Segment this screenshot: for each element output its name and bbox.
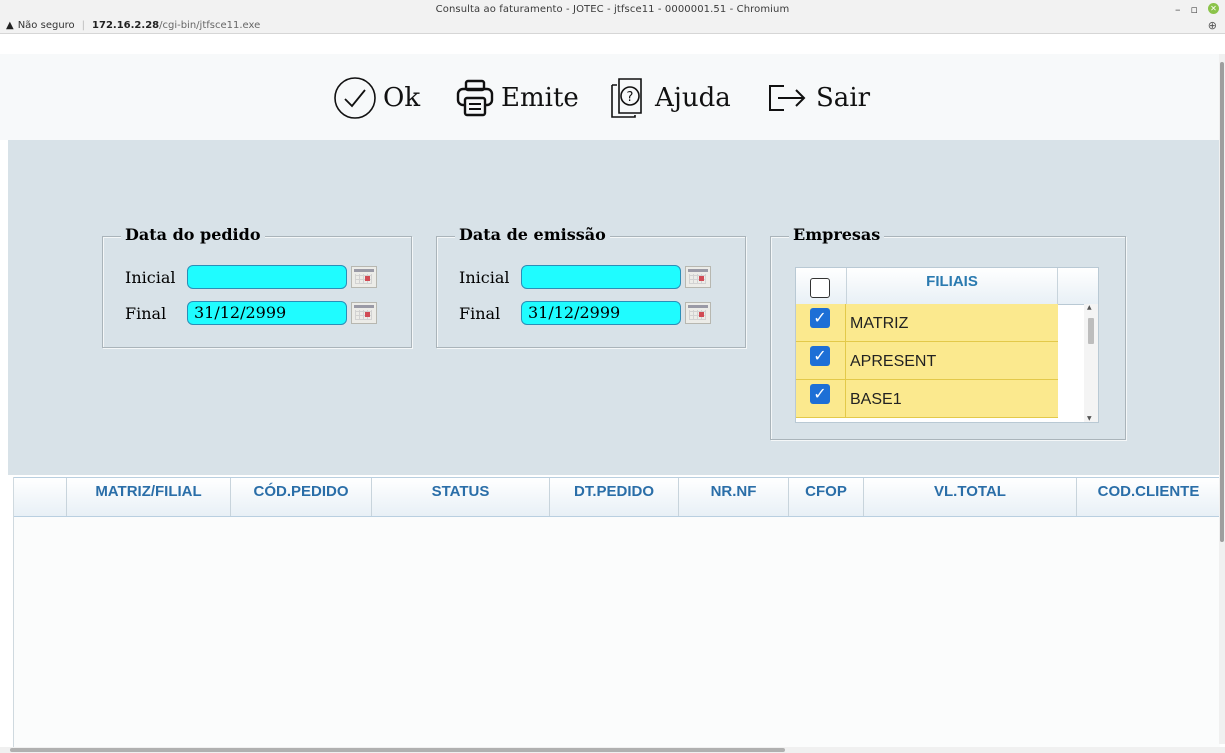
- data-pedido-inicial-input[interactable]: [187, 265, 347, 289]
- final-label: Final: [459, 303, 501, 323]
- calendar-icon[interactable]: [351, 266, 377, 288]
- help-document-icon: ?: [611, 78, 642, 118]
- column-header-select[interactable]: [14, 478, 67, 516]
- final-label: Final: [125, 303, 167, 323]
- list-item[interactable]: ✓ MATRIZ: [796, 304, 1084, 342]
- results-header: MATRIZ/FILIAL CÓD.PEDIDO STATUS DT.PEDID…: [14, 477, 1220, 517]
- sair-label: Sair: [816, 83, 871, 113]
- emite-label: Emite: [501, 83, 579, 113]
- ok-label: Ok: [383, 83, 421, 113]
- zoom-icon[interactable]: ⊕: [1208, 19, 1217, 32]
- data-pedido-final-input[interactable]: 31/12/2999: [187, 301, 347, 325]
- scroll-up-icon[interactable]: ▲: [1087, 304, 1092, 311]
- row-checkbox-cell: ✓: [796, 342, 846, 380]
- ajuda-label: Ajuda: [655, 83, 731, 113]
- url-path: /cgi-bin/jtfsce11.exe: [159, 20, 261, 31]
- warning-icon: ▲: [6, 20, 14, 31]
- column-header-nr-nf[interactable]: NR.NF: [679, 478, 789, 516]
- data-emissao-legend: Data de emissão: [455, 225, 610, 244]
- printer-icon: [456, 79, 494, 117]
- close-icon[interactable]: ✕: [1208, 3, 1219, 14]
- row-checkbox-cell: ✓: [796, 380, 846, 418]
- data-emissao-final-row: Final 31/12/2999: [459, 301, 711, 325]
- list-item[interactable]: ✓ APRESENT: [796, 342, 1084, 380]
- column-header-status[interactable]: STATUS: [372, 478, 550, 516]
- page-vertical-scrollbar[interactable]: [1219, 54, 1225, 744]
- select-all-checkbox[interactable]: [810, 278, 830, 298]
- data-emissao-group: Data de emissão Inicial Final 31/12/2999: [436, 225, 746, 348]
- filiais-header: FILIAIS: [796, 268, 1098, 305]
- filiais-scrollbar[interactable]: ▲ ▼: [1084, 304, 1098, 422]
- scrollbar-thumb[interactable]: [10, 748, 785, 752]
- address-separator: |: [81, 20, 86, 31]
- ajuda-button[interactable]: ? Ajuda: [609, 78, 731, 118]
- data-emissao-inicial-input[interactable]: [521, 265, 681, 289]
- results-table: MATRIZ/FILIAL CÓD.PEDIDO STATUS DT.PEDID…: [13, 477, 1220, 747]
- column-header-vl-total[interactable]: VL.TOTAL: [864, 478, 1077, 516]
- column-header-cod-cliente[interactable]: COD.CLIENTE: [1077, 478, 1220, 516]
- list-item[interactable]: ✓ BASE1: [796, 380, 1084, 418]
- column-header-cod-pedido[interactable]: CÓD.PEDIDO: [231, 478, 372, 516]
- column-header-matriz-filial[interactable]: MATRIZ/FILIAL: [67, 478, 231, 516]
- window-controls: – ▫ ✕: [1175, 3, 1219, 16]
- scrollbar-thumb[interactable]: [1220, 62, 1224, 542]
- svg-text:?: ?: [627, 90, 634, 105]
- filial-name: MATRIZ: [846, 304, 1058, 342]
- checkbox-checked[interactable]: ✓: [810, 346, 830, 366]
- filiais-grid: FILIAIS ✓ MATRIZ ✓ APRESENT ✓ BASE1 ▲ ▼: [795, 267, 1099, 423]
- calendar-icon[interactable]: [685, 266, 711, 288]
- page-horizontal-scrollbar[interactable]: [0, 747, 1225, 753]
- inicial-label: Inicial: [125, 267, 176, 287]
- column-header-cfop[interactable]: CFOP: [789, 478, 864, 516]
- filial-name: BASE1: [846, 380, 1058, 418]
- calendar-icon[interactable]: [351, 302, 377, 324]
- check-circle-icon: [334, 77, 376, 119]
- address-bar[interactable]: ▲ Não seguro | 172.16.2.28/cgi-bin/jtfsc…: [6, 20, 260, 31]
- data-pedido-legend: Data do pedido: [121, 225, 265, 244]
- data-pedido-final-row: Final 31/12/2999: [125, 301, 377, 325]
- minimize-icon[interactable]: –: [1175, 3, 1181, 16]
- filiais-column-header[interactable]: FILIAIS: [847, 268, 1058, 304]
- empresas-legend: Empresas: [789, 225, 885, 244]
- data-pedido-group: Data do pedido Inicial Final 31/12/2999: [102, 225, 412, 348]
- checkbox-checked[interactable]: ✓: [810, 384, 830, 404]
- checkbox-checked[interactable]: ✓: [810, 308, 830, 328]
- scroll-down-icon[interactable]: ▼: [1087, 415, 1092, 422]
- restore-icon[interactable]: ▫: [1191, 3, 1198, 16]
- select-all-cell: [796, 268, 847, 304]
- filial-name: APRESENT: [846, 342, 1058, 380]
- window-title: Consulta ao faturamento - JOTEC - jtfsce…: [435, 4, 790, 15]
- column-header-dt-pedido[interactable]: DT.PEDIDO: [550, 478, 679, 516]
- inicial-label: Inicial: [459, 267, 510, 287]
- sair-button[interactable]: Sair: [766, 78, 870, 118]
- browser-titlebar: Consulta ao faturamento - JOTEC - jtfsce…: [0, 0, 1225, 34]
- filter-panel: Data do pedido Inicial Final 31/12/2999 …: [8, 140, 1219, 475]
- security-label: Não seguro: [17, 20, 75, 31]
- data-emissao-final-input[interactable]: 31/12/2999: [521, 301, 681, 325]
- data-emissao-inicial-row: Inicial: [459, 265, 711, 289]
- scrollbar-thumb[interactable]: [1088, 318, 1094, 344]
- calendar-icon[interactable]: [685, 302, 711, 324]
- exit-icon: [769, 85, 806, 111]
- action-toolbar: Ok Emite ? Ajuda Sair: [0, 54, 1219, 140]
- row-checkbox-cell: ✓: [796, 304, 846, 342]
- data-pedido-inicial-row: Inicial: [125, 265, 377, 289]
- ok-button[interactable]: Ok: [333, 77, 421, 119]
- emite-button[interactable]: Emite: [455, 78, 579, 118]
- url-host: 172.16.2.28: [92, 20, 160, 31]
- empresas-group: Empresas FILIAIS ✓ MATRIZ ✓ APRESENT ✓ B…: [770, 225, 1126, 440]
